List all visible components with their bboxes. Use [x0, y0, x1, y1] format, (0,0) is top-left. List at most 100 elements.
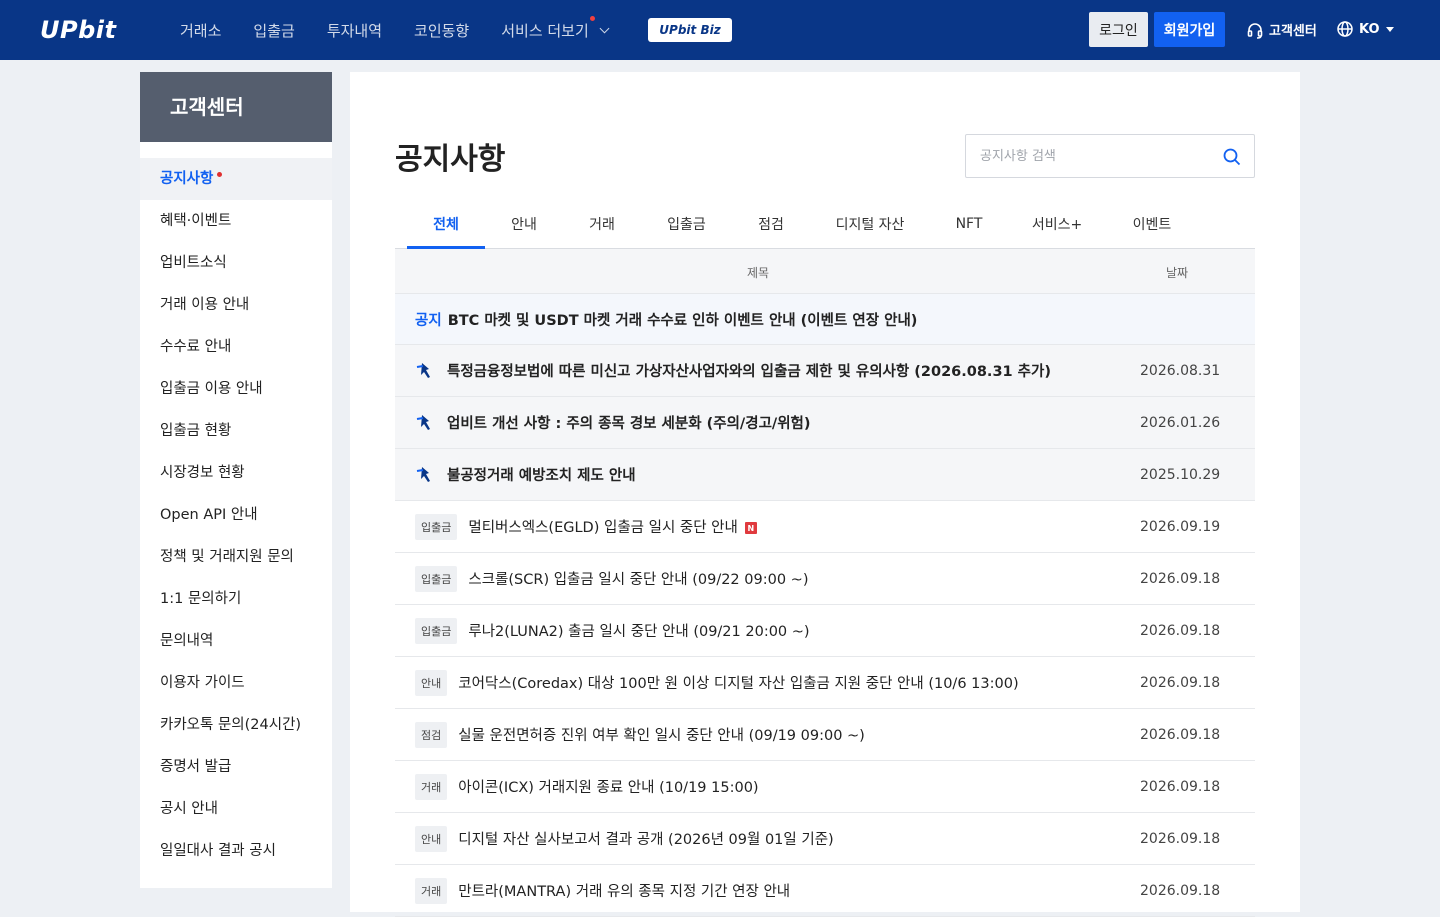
- main-content: 공지사항 전체 안내 거래 입출금 점검 디지털 자산 NFT 서비스+ 이벤트…: [350, 72, 1300, 917]
- sidebar-item-deposit-status[interactable]: 입출금 현황: [140, 410, 332, 452]
- sidebar-item-certificate[interactable]: 증명서 발급: [140, 746, 332, 788]
- list-item[interactable]: 입출금 스크롤(SCR) 입출금 일시 중단 안내 (09/22 09:00 ~…: [395, 553, 1255, 605]
- notice-label: 공지: [415, 312, 442, 329]
- list-item[interactable]: 거래 만트라(MANTRA) 거래 유의 종목 지정 기간 연장 안내 2026…: [395, 865, 1255, 917]
- sidebar-item-one-on-one[interactable]: 1:1 문의하기: [140, 578, 332, 620]
- row-date: 2026.09.18: [1140, 778, 1221, 795]
- sidebar-item-open-api[interactable]: Open API 안내: [140, 494, 332, 536]
- list-item[interactable]: 입출금 루나2(LUNA2) 출금 일시 중단 안내 (09/21 20:00 …: [395, 605, 1255, 657]
- customer-center-link[interactable]: 고객센터: [1246, 20, 1317, 39]
- row-title[interactable]: 특정금융정보법에 따른 미신고 가상자산사업자와의 입출금 제한 및 유의사항 …: [447, 360, 1051, 381]
- sidebar-title: 고객센터: [140, 72, 332, 142]
- row-title[interactable]: 루나2(LUNA2) 출금 일시 중단 안내 (09/21 20:00 ~): [468, 620, 809, 641]
- upbit-biz-button[interactable]: UPbit Biz: [648, 18, 732, 42]
- pin-icon: [416, 466, 434, 484]
- new-dot-icon: [589, 15, 595, 21]
- tab-deposit-withdraw[interactable]: 입출금: [641, 200, 732, 248]
- row-title[interactable]: 코어닥스(Coredax) 대상 100만 원 이상 디지털 자산 입출금 지원…: [458, 672, 1018, 693]
- row-title[interactable]: 멀티버스엑스(EGLD) 입출금 일시 중단 안내 N: [468, 516, 757, 537]
- row-title-text: 멀티버스엑스(EGLD) 입출금 일시 중단 안내: [468, 520, 738, 536]
- sidebar-item-notices[interactable]: 공지사항: [140, 158, 332, 200]
- search-input[interactable]: [966, 135, 1206, 177]
- tab-nft[interactable]: NFT: [930, 200, 1008, 248]
- tab-trading[interactable]: 거래: [563, 200, 641, 248]
- chevron-down-icon: [599, 23, 610, 33]
- row-title[interactable]: 실물 운전면허증 진위 여부 확인 일시 중단 안내 (09/19 09:00 …: [458, 724, 865, 745]
- tab-events[interactable]: 이벤트: [1106, 200, 1198, 248]
- row-title[interactable]: 업비트 개선 사항 : 주의 종목 경보 세분화 (주의/경고/위험): [447, 412, 811, 433]
- list-item[interactable]: 거래 아이콘(ICX) 거래지원 종료 안내 (10/19 15:00) 202…: [395, 761, 1255, 813]
- notice-row[interactable]: 공지 BTC 마켓 및 USDT 마켓 거래 수수료 인하 이벤트 안내 (이벤…: [395, 294, 1255, 345]
- row-date: 2026.09.18: [1140, 622, 1221, 639]
- nav-coin-trends[interactable]: 코인동향: [414, 20, 469, 41]
- row-title[interactable]: 아이콘(ICX) 거래지원 종료 안내 (10/19 15:00): [458, 776, 758, 797]
- tab-services-plus[interactable]: 서비스+: [1008, 200, 1106, 248]
- sidebar-menu: 공지사항 혜택·이벤트 업비트소식 거래 이용 안내 수수료 안내 입출금 이용…: [140, 142, 332, 872]
- headset-icon: [1246, 21, 1264, 39]
- nav-exchange[interactable]: 거래소: [180, 20, 221, 41]
- sidebar-item-trading-guide[interactable]: 거래 이용 안내: [140, 284, 332, 326]
- row-title[interactable]: 디지털 자산 실사보고서 결과 공개 (2026년 09월 01일 기준): [458, 828, 833, 849]
- sidebar-item-upbit-news[interactable]: 업비트소식: [140, 242, 332, 284]
- row-date: 2025.10.29: [1140, 466, 1221, 483]
- pin-icon: [416, 362, 434, 380]
- category-badge: 점검: [415, 721, 448, 748]
- new-badge: N: [744, 522, 757, 534]
- pinned-row[interactable]: 불공정거래 예방조치 제도 안내 2025.10.29: [395, 449, 1255, 501]
- category-badge: 안내: [415, 825, 448, 852]
- sidebar-item-disclosure[interactable]: 공시 안내: [140, 788, 332, 830]
- search-box: [965, 134, 1255, 178]
- nav-more-label: 서비스 더보기: [501, 15, 595, 41]
- signup-button[interactable]: 회원가입: [1154, 12, 1225, 47]
- language-selector[interactable]: KO: [1336, 20, 1394, 38]
- tab-guide[interactable]: 안내: [485, 200, 563, 248]
- category-badge: 입출금: [415, 513, 458, 540]
- row-date: 2026.09.18: [1140, 570, 1221, 587]
- pinned-row[interactable]: 업비트 개선 사항 : 주의 종목 경보 세분화 (주의/경고/위험) 2026…: [395, 397, 1255, 449]
- list-item[interactable]: 안내 코어닥스(Coredax) 대상 100만 원 이상 디지털 자산 입출금…: [395, 657, 1255, 709]
- language-label: KO: [1359, 21, 1380, 37]
- tab-digital-assets[interactable]: 디지털 자산: [810, 200, 930, 248]
- customer-center-label: 고객센터: [1269, 24, 1317, 39]
- nav-deposit-withdraw[interactable]: 입출금: [253, 20, 294, 41]
- category-tabs: 전체 안내 거래 입출금 점검 디지털 자산 NFT 서비스+ 이벤트: [395, 200, 1255, 249]
- sidebar-item-inquiry-history[interactable]: 문의내역: [140, 620, 332, 662]
- category-badge: 입출금: [415, 617, 458, 644]
- list-item[interactable]: 안내 디지털 자산 실사보고서 결과 공개 (2026년 09월 01일 기준)…: [395, 813, 1255, 865]
- caret-down-icon: [1385, 26, 1394, 32]
- column-title: 제목: [747, 266, 770, 280]
- category-badge: 거래: [415, 773, 448, 800]
- sidebar-item-daily-reconciliation[interactable]: 일일대사 결과 공시: [140, 830, 332, 872]
- pin-icon: [416, 414, 434, 432]
- row-title[interactable]: 만트라(MANTRA) 거래 유의 종목 지정 기간 연장 안내: [458, 880, 790, 901]
- nav-more-services[interactable]: 서비스 더보기: [501, 15, 610, 41]
- new-dot-icon: [217, 172, 223, 177]
- row-date: 2026.01.26: [1140, 414, 1221, 431]
- sidebar-item-deposit-guide[interactable]: 입출금 이용 안내: [140, 368, 332, 410]
- globe-icon: [1336, 20, 1354, 38]
- tab-all[interactable]: 전체: [407, 200, 485, 249]
- sidebar-item-policy-inquiry[interactable]: 정책 및 거래지원 문의: [140, 536, 332, 578]
- sidebar-item-fee-guide[interactable]: 수수료 안내: [140, 326, 332, 368]
- tab-maintenance[interactable]: 점검: [732, 200, 810, 248]
- row-date: 2026.08.31: [1140, 362, 1221, 379]
- row-title[interactable]: 불공정거래 예방조치 제도 안내: [447, 464, 636, 485]
- list-item[interactable]: 입출금 멀티버스엑스(EGLD) 입출금 일시 중단 안내 N 2026.09.1…: [395, 501, 1255, 553]
- sidebar-item-benefits-events[interactable]: 혜택·이벤트: [140, 200, 332, 242]
- notice-title[interactable]: BTC 마켓 및 USDT 마켓 거래 수수료 인하 이벤트 안내 (이벤트 연…: [448, 309, 918, 330]
- row-title[interactable]: 스크롤(SCR) 입출금 일시 중단 안내 (09/22 09:00 ~): [468, 568, 808, 589]
- sidebar-item-market-alert[interactable]: 시장경보 현황: [140, 452, 332, 494]
- page-title: 공지사항: [395, 142, 506, 177]
- sidebar-item-label: 공지사항: [160, 171, 214, 187]
- column-date: 날짜: [1166, 266, 1189, 280]
- row-date: 2026.09.18: [1140, 830, 1221, 847]
- upbit-logo[interactable]: UPbit: [40, 16, 116, 44]
- sidebar-item-kakaotalk[interactable]: 카카오톡 문의(24시간): [140, 704, 332, 746]
- search-icon[interactable]: [1222, 147, 1242, 167]
- list-item[interactable]: 점검 실물 운전면허증 진위 여부 확인 일시 중단 안내 (09/19 09:…: [395, 709, 1255, 761]
- sidebar-item-user-guide[interactable]: 이용자 가이드: [140, 662, 332, 704]
- nav-investment[interactable]: 투자내역: [327, 20, 382, 41]
- main-nav: 거래소 입출금 투자내역 코인동향 서비스 더보기: [180, 0, 640, 60]
- login-button[interactable]: 로그인: [1089, 12, 1148, 47]
- pinned-row[interactable]: 특정금융정보법에 따른 미신고 가상자산사업자와의 입출금 제한 및 유의사항 …: [395, 345, 1255, 397]
